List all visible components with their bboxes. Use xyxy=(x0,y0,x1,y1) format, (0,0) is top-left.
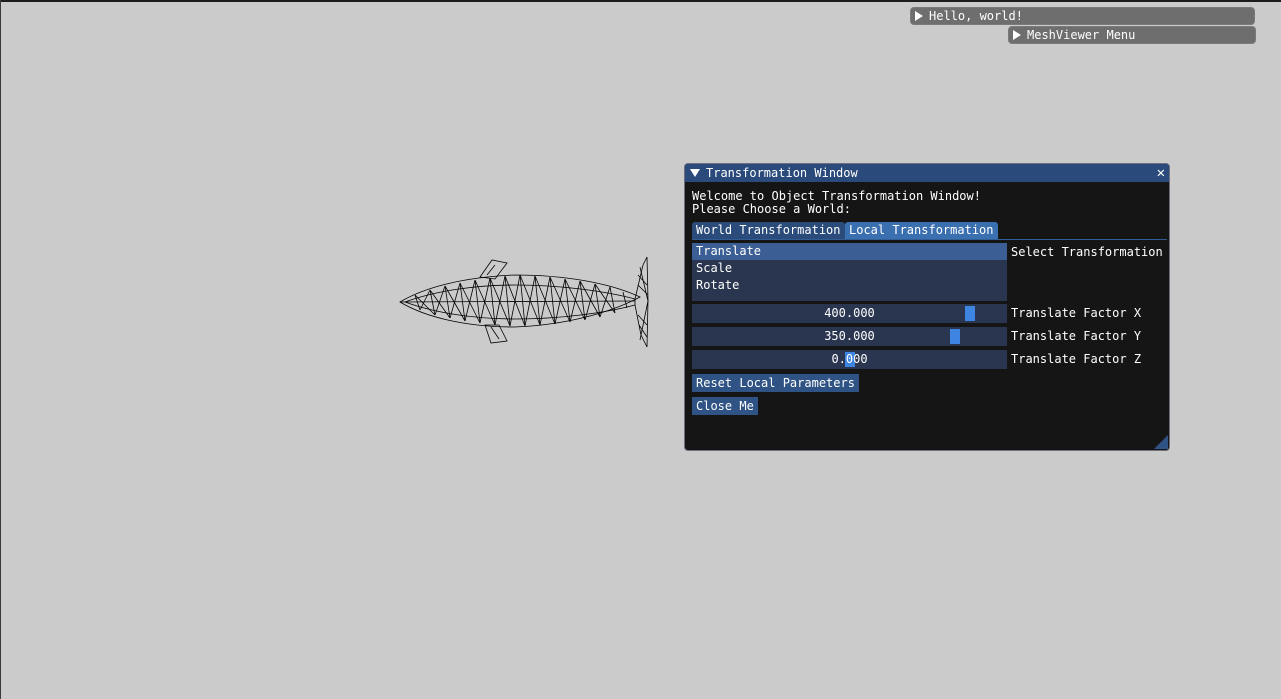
triangle-right-icon[interactable] xyxy=(915,11,923,21)
translate-y-label: Translate Factor Y xyxy=(1011,329,1142,343)
translate-x-label: Translate Factor X xyxy=(1011,306,1142,320)
transformation-window[interactable]: Transformation Window ✕ Welcome to Objec… xyxy=(684,163,1170,451)
tab-local-transformation[interactable]: Local Transformation xyxy=(845,222,998,239)
window-frame-top xyxy=(0,0,1281,2)
translate-y-slider[interactable]: 350.000 xyxy=(692,327,1007,346)
select-transformation-label: Select Transformation xyxy=(1011,245,1163,259)
intro-text: Welcome to Object Transformation Window!… xyxy=(692,190,1162,216)
transformation-listbox[interactable]: Translate Scale Rotate xyxy=(692,243,1007,301)
world-tab-bar: World Transformation Local Transformatio… xyxy=(692,221,1167,240)
translate-x-slider[interactable]: 400.000 xyxy=(692,304,1007,323)
hello-world-title: Hello, world! xyxy=(929,9,1023,23)
meshviewer-menu-title: MeshViewer Menu xyxy=(1027,28,1136,42)
resize-grip[interactable] xyxy=(1154,435,1168,449)
close-icon[interactable]: ✕ xyxy=(1157,164,1165,182)
triangle-right-icon[interactable] xyxy=(1013,30,1021,40)
hello-world-window-collapsed[interactable]: Hello, world! xyxy=(910,7,1255,25)
slider-value: 350.000 xyxy=(824,329,875,343)
list-item-rotate[interactable]: Rotate xyxy=(692,277,1007,294)
close-me-button[interactable]: Close Me xyxy=(692,397,758,415)
reset-local-parameters-button[interactable]: Reset Local Parameters xyxy=(692,374,859,392)
title-bar[interactable]: Transformation Window ✕ xyxy=(685,164,1169,182)
triangle-down-icon[interactable] xyxy=(690,169,700,177)
list-item-scale[interactable]: Scale xyxy=(692,260,1007,277)
slider-value: 0.000 xyxy=(831,352,868,366)
translate-z-slider[interactable]: 0.000 xyxy=(692,350,1007,369)
meshviewer-menu-collapsed[interactable]: MeshViewer Menu xyxy=(1008,26,1256,44)
tab-world-transformation[interactable]: World Transformation xyxy=(692,222,845,239)
slider-value: 400.000 xyxy=(824,306,875,320)
dolphin-wireframe-mesh xyxy=(399,256,649,348)
translate-z-label: Translate Factor Z xyxy=(1011,352,1142,366)
window-title: Transformation Window xyxy=(706,166,858,180)
list-item-translate[interactable]: Translate xyxy=(692,243,1007,260)
intro-line-2: Please Choose a World: xyxy=(692,202,851,216)
window-frame-left xyxy=(0,0,1,699)
